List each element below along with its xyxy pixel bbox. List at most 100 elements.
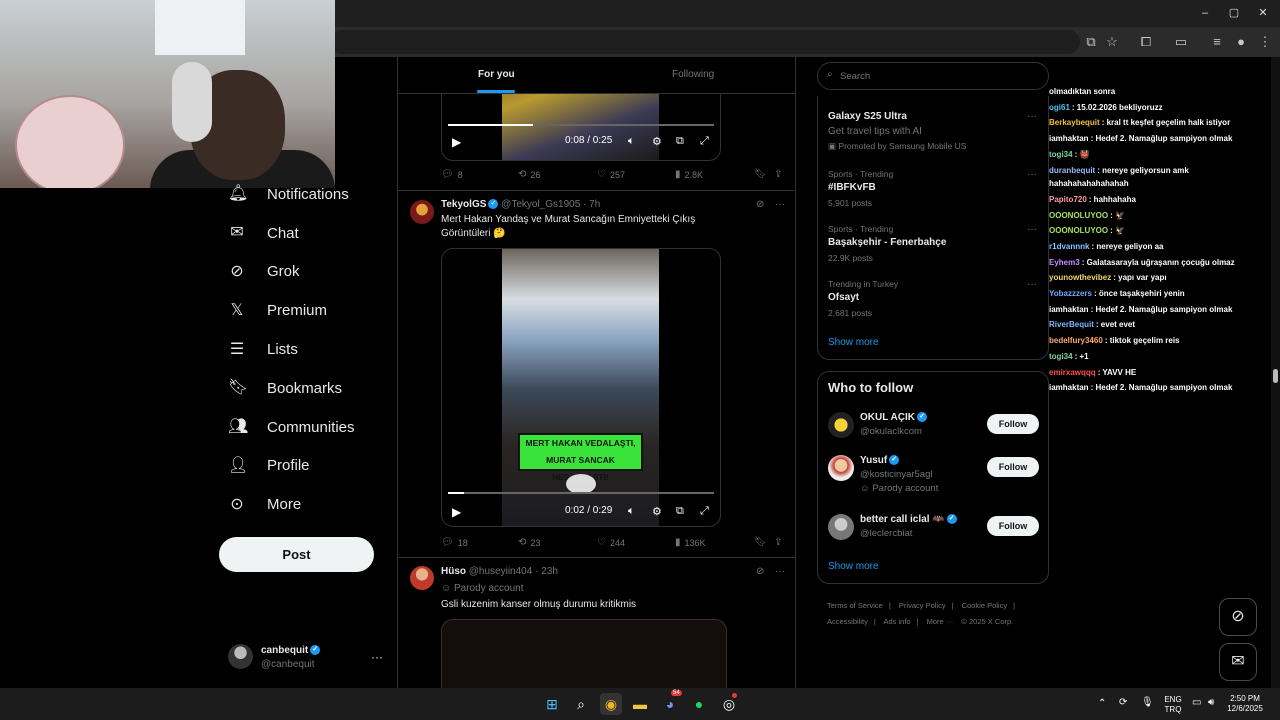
- like-action[interactable]: ♡ 244: [597, 537, 625, 548]
- spotify-icon[interactable]: ●: [688, 693, 710, 715]
- nav-more[interactable]: ⊙ More: [219, 485, 389, 524]
- nav-chat[interactable]: ✉ Chat: [219, 214, 389, 253]
- post-button[interactable]: Post: [219, 537, 374, 572]
- more-dots-icon[interactable]: ···: [1027, 279, 1037, 290]
- fullscreen-icon[interactable]: ⤢: [700, 505, 709, 518]
- clock[interactable]: 2:50 PM 12/6/2025: [1224, 694, 1266, 714]
- chat-username[interactable]: Eyhem3: [1049, 258, 1080, 267]
- settings-gear-icon[interactable]: ⚙: [652, 505, 662, 518]
- footer-link[interactable]: Accessibility: [827, 617, 868, 626]
- trend-item[interactable]: Trending in Turkey Ofsayt 2,681 posts ··…: [828, 279, 1043, 318]
- trend-item[interactable]: Sports · Trending Başakşehir - Fenerbahç…: [828, 224, 1043, 263]
- video-progress[interactable]: [448, 492, 714, 494]
- views-action[interactable]: ▮ 136K: [675, 537, 706, 548]
- pip-icon[interactable]: ⧉: [676, 505, 684, 518]
- fullscreen-icon[interactable]: ⤢: [700, 135, 709, 148]
- tab-following[interactable]: Following: [672, 69, 714, 80]
- chat-username[interactable]: OOONOLUYOO: [1049, 226, 1108, 235]
- reply-action[interactable]: 💬︎ 8: [441, 169, 463, 180]
- footer-link[interactable]: Terms of Service: [827, 601, 883, 610]
- minimize-button[interactable]: –: [1190, 4, 1220, 22]
- search-box[interactable]: ⌕: [817, 62, 1049, 90]
- follow-suggestion[interactable]: Yusuf ✓ @kosticinyar5agl ☺ Parody account…: [828, 455, 1043, 495]
- star-bookmark-icon[interactable]: ☆: [1103, 33, 1121, 51]
- follow-button[interactable]: Follow: [987, 516, 1039, 536]
- grok-fab-icon[interactable]: ⊘: [1219, 598, 1257, 636]
- footer-link[interactable]: Cookie Policy: [962, 601, 1007, 610]
- settings-gear-icon[interactable]: ⚙: [652, 135, 662, 148]
- avatar[interactable]: [410, 200, 434, 224]
- close-window-button[interactable]: ✕: [1248, 4, 1278, 22]
- footer-link[interactable]: Privacy Policy: [899, 601, 946, 610]
- reply-action[interactable]: 💬︎ 18: [441, 537, 468, 548]
- repost-action[interactable]: ⟲ 23: [518, 537, 540, 548]
- tweet-author-name[interactable]: Hüso: [441, 566, 466, 577]
- tray-sync-icon[interactable]: ⟳: [1119, 697, 1127, 708]
- chat-username[interactable]: duranbequit: [1049, 166, 1095, 175]
- more-dots-icon[interactable]: ···: [371, 650, 383, 664]
- chat-username[interactable]: RiverBequit: [1049, 320, 1094, 329]
- more-dots-icon[interactable]: ···: [1027, 111, 1037, 122]
- messages-fab-icon[interactable]: ✉: [1219, 643, 1257, 681]
- browser-menu-icon[interactable]: ⋮: [1256, 33, 1274, 51]
- views-action[interactable]: ▮ 2.8K: [675, 169, 703, 180]
- chat-username[interactable]: r1dvannnk: [1049, 242, 1089, 251]
- microphone-icon[interactable]: 🎙︎: [1141, 697, 1154, 708]
- tweet-timestamp[interactable]: · 7h: [583, 199, 600, 210]
- tweet-author-handle[interactable]: @Tekyol_Gs1905: [501, 199, 580, 210]
- page-scrollbar[interactable]: [1271, 57, 1280, 688]
- chat-username[interactable]: Yobazzzers: [1049, 289, 1092, 298]
- chat-username[interactable]: togi34: [1049, 352, 1073, 361]
- play-icon[interactable]: ▶: [452, 505, 461, 519]
- share-action[interactable]: ⇪: [774, 537, 782, 548]
- tweet-author-name[interactable]: TekyolGS: [441, 199, 486, 210]
- nav-lists[interactable]: ☰ Lists: [219, 330, 389, 369]
- address-bar[interactable]: [330, 30, 1080, 54]
- search-input[interactable]: [840, 68, 1040, 84]
- scrollbar-thumb[interactable]: [1273, 369, 1278, 383]
- bookmark-action[interactable]: 🔖︎: [754, 169, 767, 180]
- chat-username[interactable]: OOONOLUYOO: [1049, 211, 1108, 220]
- nav-profile[interactable]: 👤︎ Profile: [219, 447, 389, 486]
- chat-username[interactable]: togi34: [1049, 150, 1073, 159]
- chat-username[interactable]: ogi61: [1049, 103, 1070, 112]
- trend-item[interactable]: Sports · Trending #IBFKvFB 5,901 posts ·…: [828, 169, 1043, 208]
- footer-link[interactable]: More ···: [927, 617, 954, 626]
- discord-icon[interactable]: ◕: [659, 693, 681, 715]
- nav-communities[interactable]: 👥︎ Communities: [219, 408, 389, 447]
- chat-username[interactable]: bedelfury3460: [1049, 336, 1103, 345]
- sidepanel-icon[interactable]: ▭: [1172, 33, 1190, 51]
- tweet-image[interactable]: [441, 619, 727, 688]
- follow-button[interactable]: Follow: [987, 457, 1039, 477]
- tray-overflow-icon[interactable]: ⌃: [1098, 698, 1106, 709]
- language-indicator[interactable]: ENG TRQ: [1162, 695, 1184, 715]
- taskbar-search-icon[interactable]: ⌕: [570, 693, 592, 715]
- chat-username[interactable]: iamhaktan: [1049, 134, 1089, 143]
- follow-button[interactable]: Follow: [987, 414, 1039, 434]
- video-progress[interactable]: [448, 124, 714, 126]
- footer-link[interactable]: Ads info: [883, 617, 910, 626]
- more-dots-icon[interactable]: ···: [1027, 224, 1037, 235]
- more-dots-icon[interactable]: ···: [775, 566, 785, 577]
- volume-icon[interactable]: 🔈︎: [628, 135, 635, 148]
- bookmark-action[interactable]: 🔖︎: [754, 537, 767, 548]
- account-switcher[interactable]: canbequit ✓ @canbequit ···: [228, 642, 388, 674]
- repost-action[interactable]: ⟲ 26: [518, 169, 540, 180]
- more-dots-icon[interactable]: ···: [775, 199, 785, 210]
- reading-list-icon[interactable]: ≡: [1208, 33, 1226, 51]
- play-icon[interactable]: ▶: [452, 135, 461, 149]
- tweet-author-handle[interactable]: @huseyiin404: [469, 566, 533, 577]
- grok-icon[interactable]: ⊘: [756, 199, 764, 210]
- share-action[interactable]: ⇪: [774, 169, 782, 180]
- chrome-icon[interactable]: ◉: [600, 693, 622, 715]
- grok-icon[interactable]: ⊘: [756, 566, 764, 577]
- show-more-link[interactable]: Show more: [828, 337, 879, 348]
- chat-username[interactable]: iamhaktan: [1049, 305, 1089, 314]
- chat-username[interactable]: Papito720: [1049, 195, 1087, 204]
- tweet-timestamp[interactable]: · 23h: [535, 566, 558, 577]
- nav-premium[interactable]: 𝕏 Premium: [219, 291, 389, 330]
- maximize-button[interactable]: ▢: [1219, 4, 1249, 22]
- nav-grok[interactable]: ⊘ Grok: [219, 253, 389, 292]
- network-icon[interactable]: ▭: [1192, 697, 1201, 708]
- extensions-icon[interactable]: ⧠: [1137, 33, 1155, 51]
